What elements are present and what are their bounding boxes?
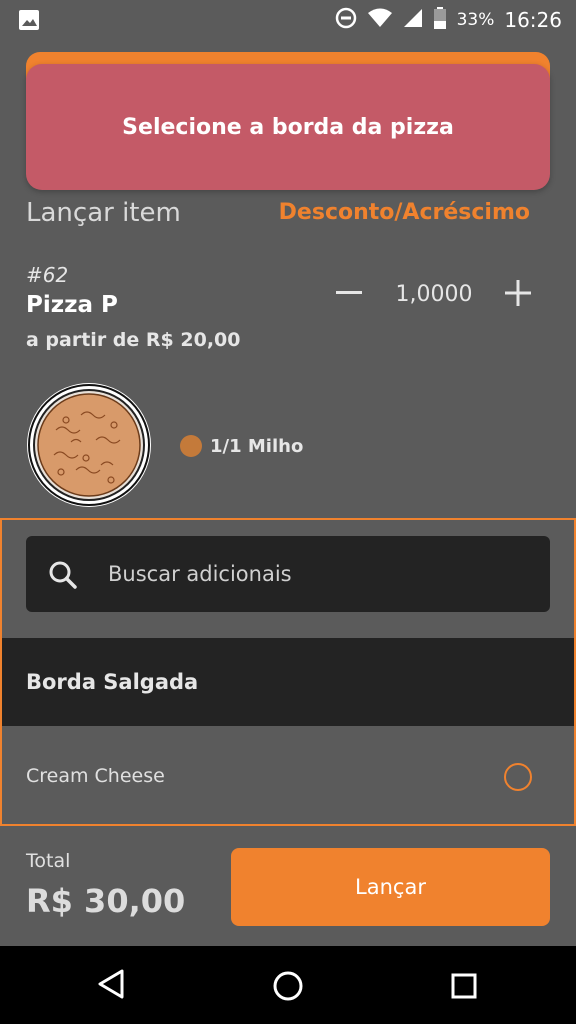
battery-icon — [433, 7, 447, 33]
addons-search-box[interactable] — [26, 536, 550, 612]
increase-quantity-button[interactable] — [503, 278, 533, 308]
total-label: Total — [26, 850, 71, 872]
launch-button[interactable]: Lançar — [231, 848, 550, 926]
home-icon[interactable] — [272, 970, 304, 1006]
addons-search-input[interactable] — [108, 554, 528, 594]
system-nav-bar — [0, 946, 576, 1024]
battery-percent: 33% — [456, 10, 495, 30]
addon-group-header: Borda Salgada — [2, 638, 574, 726]
pizza-image — [26, 380, 156, 510]
flavor-label: 1/1 Milho — [210, 435, 304, 457]
page-title: Lançar item — [26, 198, 181, 228]
plus-icon — [505, 280, 531, 306]
flavor-color-dot — [180, 435, 202, 457]
image-notification-icon — [18, 9, 40, 35]
status-bar: 33% 16:26 — [0, 0, 576, 40]
item-price: a partir de R$ 20,00 — [26, 329, 241, 351]
addon-option-label: Cream Cheese — [26, 765, 165, 787]
addon-group-title: Borda Salgada — [26, 670, 199, 694]
decrease-quantity-button[interactable] — [334, 278, 364, 308]
item-name: Pizza P — [26, 292, 118, 318]
addon-option-row[interactable]: Cream Cheese — [2, 726, 574, 826]
back-icon[interactable] — [96, 968, 126, 1004]
minus-icon — [336, 291, 362, 294]
search-icon — [48, 560, 78, 594]
quantity-value: 1,0000 — [395, 282, 473, 307]
clock: 16:26 — [504, 8, 562, 32]
total-value: R$ 30,00 — [26, 882, 186, 920]
item-code: #62 — [26, 263, 69, 287]
wifi-icon — [367, 8, 393, 32]
flavor-item: 1/1 Milho — [180, 435, 303, 457]
signal-icon — [403, 8, 423, 32]
toast-message: Selecione a borda da pizza — [122, 114, 454, 140]
addon-option-radio[interactable] — [504, 763, 532, 791]
addons-panel: Borda Salgada Cream Cheese — [0, 518, 576, 826]
discount-surcharge-link[interactable]: Desconto/Acréscimo — [279, 200, 530, 225]
warning-toast: Selecione a borda da pizza — [26, 64, 550, 190]
do-not-disturb-icon — [335, 7, 357, 33]
recent-apps-icon[interactable] — [451, 973, 477, 1003]
